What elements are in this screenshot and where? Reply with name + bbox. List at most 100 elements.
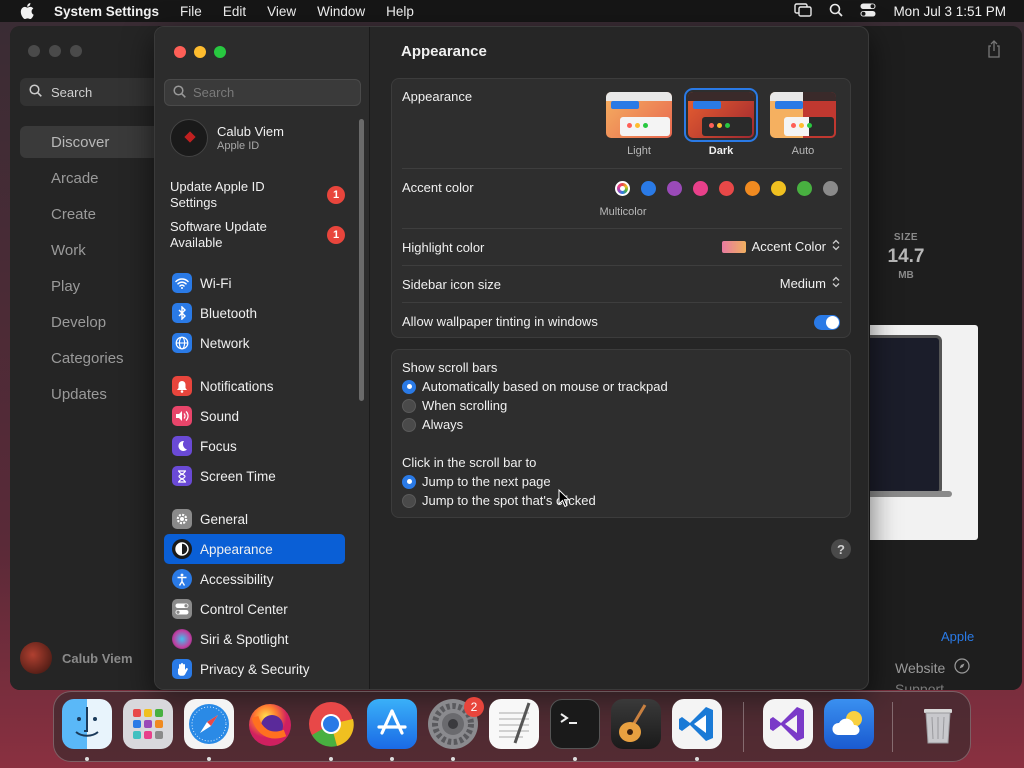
scrollbar-option-when-scrolling[interactable]: When scrolling: [402, 398, 507, 413]
website-link[interactable]: Website: [895, 658, 970, 677]
minimize-button[interactable]: [49, 45, 61, 57]
appearance-auto-thumbnail[interactable]: [770, 92, 836, 138]
laptop-base-image: [870, 491, 952, 497]
sidebar-item-privacy-security[interactable]: Privacy & Security: [164, 654, 345, 684]
menu-file[interactable]: File: [180, 4, 202, 19]
menu-clock[interactable]: Mon Jul 3 1:51 PM: [893, 4, 1006, 19]
accent-green-swatch[interactable]: [797, 181, 812, 196]
sidebar-item-label: Wi-Fi: [200, 275, 232, 291]
sidebar-item-label: Accessibility: [200, 571, 274, 587]
sidebar-item-focus[interactable]: Focus: [164, 431, 345, 461]
settings-search-field[interactable]: Search: [164, 79, 361, 106]
textedit-icon[interactable]: [489, 699, 539, 749]
sidebar-icon-size-popup[interactable]: Medium: [780, 276, 840, 291]
visual-studio-icon[interactable]: [763, 699, 813, 749]
apple-id-item[interactable]: Calub Viem Apple ID: [170, 119, 284, 157]
launchpad-icon[interactable]: [123, 699, 173, 749]
scrollbar-option-always[interactable]: Always: [402, 417, 463, 432]
app-store-nav-discover[interactable]: Discover: [20, 126, 160, 158]
help-button[interactable]: ?: [831, 539, 851, 559]
app-store-nav-updates[interactable]: Updates: [20, 378, 160, 410]
chrome-icon[interactable]: [306, 699, 356, 749]
sidebar-item-appearance[interactable]: Appearance: [164, 534, 345, 564]
accent-red-swatch[interactable]: [719, 181, 734, 196]
accent-blue-swatch[interactable]: [641, 181, 656, 196]
screen-mirroring-icon[interactable]: [794, 2, 813, 20]
radio-button[interactable]: [402, 493, 416, 508]
wallpaper-tinting-toggle[interactable]: [814, 315, 840, 330]
sidebar-item-notifications[interactable]: Notifications: [164, 371, 345, 401]
developer-link[interactable]: Apple: [941, 629, 974, 644]
weather-icon[interactable]: [824, 699, 874, 749]
accent-orange-swatch[interactable]: [745, 181, 760, 196]
radio-button[interactable]: [402, 379, 416, 394]
sidebar-item-accessibility[interactable]: Accessibility: [164, 564, 345, 594]
app-store-nav-categories[interactable]: Categories: [20, 342, 160, 374]
trash-icon[interactable]: [913, 699, 963, 749]
support-link[interactable]: Support: [895, 681, 944, 690]
app-store-icon[interactable]: [367, 699, 417, 749]
app-screenshot[interactable]: [870, 325, 978, 540]
spotlight-search-icon[interactable]: [829, 3, 844, 20]
app-store-search-field[interactable]: Search: [20, 78, 160, 106]
click-scroll-bar-label: Click in the scroll bar to: [402, 455, 537, 470]
app-store-account[interactable]: Calub Viem: [20, 642, 133, 674]
safari-icon[interactable]: [184, 699, 234, 749]
accent-graphite-swatch[interactable]: [823, 181, 838, 196]
close-button[interactable]: [174, 46, 186, 58]
bell-icon: [172, 376, 192, 396]
menu-view[interactable]: View: [267, 4, 296, 19]
globe-icon: [172, 333, 192, 353]
vs-code-icon[interactable]: [672, 699, 722, 749]
sidebar-item-siri-spotlight[interactable]: Siri & Spotlight: [164, 624, 345, 654]
menu-window[interactable]: Window: [317, 4, 365, 19]
speaker-icon: [172, 406, 192, 426]
update-apple-id-item[interactable]: Update Apple ID Settings 1: [170, 179, 345, 211]
accent-pink-swatch[interactable]: [693, 181, 708, 196]
zoom-button[interactable]: [70, 45, 82, 57]
app-store-nav-play[interactable]: Play: [20, 270, 160, 302]
app-store-nav-arcade[interactable]: Arcade: [20, 162, 160, 194]
share-icon[interactable]: [986, 40, 1002, 58]
close-button[interactable]: [28, 45, 40, 57]
appearance-light-thumbnail[interactable]: [606, 92, 672, 138]
radio-button[interactable]: [402, 417, 416, 432]
zoom-button[interactable]: [214, 46, 226, 58]
sidebar-item-control-center[interactable]: Control Center: [164, 594, 345, 624]
scrollbar-option-automatic[interactable]: Automatically based on mouse or trackpad: [402, 379, 668, 394]
menu-edit[interactable]: Edit: [223, 4, 246, 19]
minimize-button[interactable]: [194, 46, 206, 58]
click-option-next-page[interactable]: Jump to the next page: [402, 474, 551, 489]
notification-badge: 1: [327, 226, 345, 244]
menu-app-name[interactable]: System Settings: [54, 4, 159, 19]
sidebar-item-sound[interactable]: Sound: [164, 401, 345, 431]
sidebar-item-screen-time[interactable]: Screen Time: [164, 461, 345, 491]
sidebar-item-wifi[interactable]: Wi-Fi: [164, 268, 345, 298]
appearance-label: Appearance: [402, 89, 473, 104]
garageband-icon[interactable]: [611, 699, 661, 749]
app-store-nav-work[interactable]: Work: [20, 234, 160, 266]
radio-label: Always: [422, 417, 464, 432]
menu-help[interactable]: Help: [386, 4, 414, 19]
accent-purple-swatch[interactable]: [667, 181, 682, 196]
app-store-nav-create[interactable]: Create: [20, 198, 160, 230]
accent-yellow-swatch[interactable]: [771, 181, 786, 196]
running-indicator: [573, 757, 577, 761]
radio-button[interactable]: [402, 474, 416, 489]
sidebar-item-bluetooth[interactable]: Bluetooth: [164, 298, 345, 328]
radio-button[interactable]: [402, 398, 416, 413]
sidebar-item-general[interactable]: General: [164, 504, 345, 534]
accent-multicolor-swatch[interactable]: [615, 181, 630, 196]
highlight-color-popup[interactable]: Accent Color: [721, 239, 840, 254]
sidebar-item-network[interactable]: Network: [164, 328, 345, 358]
software-update-item[interactable]: Software Update Available 1: [170, 219, 345, 251]
appearance-icon: [172, 539, 192, 559]
apple-menu-icon[interactable]: [20, 3, 34, 19]
terminal-icon[interactable]: [550, 699, 600, 749]
app-store-nav-develop[interactable]: Develop: [20, 306, 160, 338]
finder-icon[interactable]: [62, 699, 112, 749]
appearance-dark-thumbnail[interactable]: [684, 88, 758, 142]
sidebar-scrollbar[interactable]: [359, 119, 364, 401]
control-center-icon[interactable]: [860, 3, 876, 20]
firefox-icon[interactable]: [245, 699, 295, 749]
